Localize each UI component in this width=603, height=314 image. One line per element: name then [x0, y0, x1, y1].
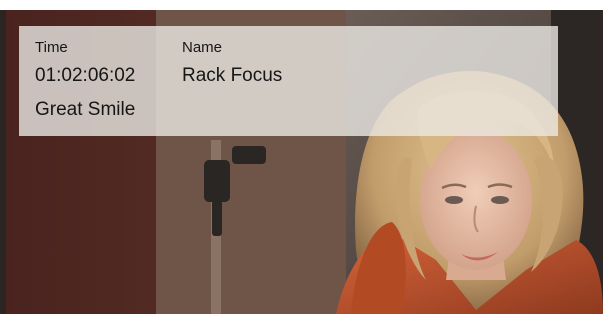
- clip-info-overlay: Time 01:02:06:02 Name Rack Focus Great S…: [19, 26, 558, 136]
- time-label: Time: [35, 39, 68, 56]
- viewer-window: Time 01:02:06:02 Name Rack Focus Great S…: [0, 0, 603, 314]
- top-border: [0, 0, 603, 10]
- video-frame[interactable]: Time 01:02:06:02 Name Rack Focus Great S…: [6, 10, 603, 314]
- timecode-value: 01:02:06:02: [35, 65, 136, 86]
- name-label: Name: [182, 39, 223, 56]
- clip-name-value: Rack Focus: [182, 65, 283, 86]
- marker-note: Great Smile: [35, 99, 136, 120]
